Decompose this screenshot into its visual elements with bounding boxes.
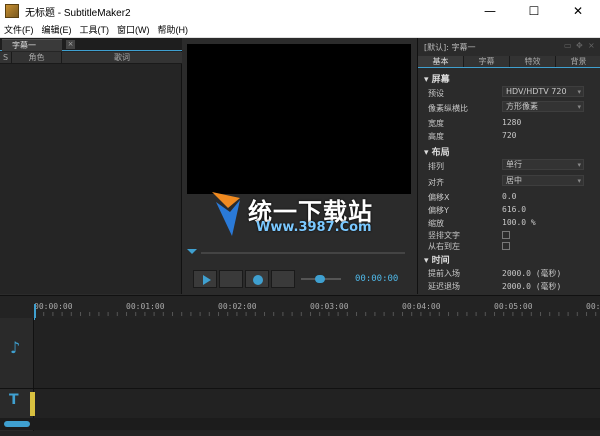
- video-screen[interactable]: [187, 44, 411, 194]
- scale-field[interactable]: 100.0 %: [502, 218, 536, 227]
- tick-label: 00:06:00: [586, 302, 600, 311]
- panel-close-icon[interactable]: ×: [588, 41, 595, 50]
- maximize-button[interactable]: ☐: [512, 0, 556, 22]
- tab-close-icon[interactable]: ×: [66, 40, 75, 49]
- panel-pin-icon[interactable]: ▭: [564, 41, 572, 50]
- height-label: 高度: [428, 132, 444, 141]
- playback-time: 00:00:00: [355, 274, 399, 284]
- offset-y-label: 偏移Y: [428, 206, 449, 215]
- tab-subtitle[interactable]: 字幕: [464, 56, 510, 67]
- stop-icon: [253, 275, 263, 285]
- tab-basic[interactable]: 基本: [418, 56, 464, 67]
- chevron-down-icon: ▾: [577, 177, 581, 185]
- timeline-scroll-thumb[interactable]: [4, 421, 30, 427]
- style-preset-label: [默认]: 字幕一: [424, 43, 476, 52]
- section-time-header[interactable]: ▾ 时间: [424, 253, 450, 266]
- preset-label: 预设: [428, 89, 444, 98]
- arrange-select[interactable]: 单行 ▾: [502, 159, 584, 170]
- text-track-icon[interactable]: T: [9, 392, 19, 408]
- menu-help[interactable]: 帮助(H): [154, 23, 193, 36]
- volume-slider[interactable]: [301, 274, 341, 284]
- seek-bar[interactable]: [201, 252, 405, 254]
- style-preset-row[interactable]: [默认]: 字幕一 ▭ ✥ ×: [418, 40, 600, 54]
- menu-edit[interactable]: 编辑(E): [38, 23, 76, 36]
- vertical-text-label: 竖排文字: [428, 231, 460, 240]
- aspect-ratio-select[interactable]: 方形像素 ▾: [502, 101, 584, 112]
- properties-panel: [默认]: 字幕一 ▭ ✥ × 基本 字幕 特效 背景 ▾ 屏幕 预设 HDV/…: [417, 38, 600, 294]
- playback-controls: [193, 270, 341, 288]
- panel-move-icon[interactable]: ✥: [576, 41, 583, 50]
- subtitle-list-header: S 角色 歌词: [0, 52, 182, 64]
- tab-subtitle-one[interactable]: 字幕一: [2, 39, 62, 51]
- timeline-panel: 00:00:00 00:01:00 00:02:00 00:03:00 00:0…: [0, 295, 600, 436]
- vertical-text-checkbox[interactable]: [502, 231, 510, 239]
- loop-button[interactable]: [271, 270, 295, 288]
- title-bar: 无标题 - SubtitleMaker2 — ☐ ✕: [0, 0, 600, 22]
- preset-select[interactable]: HDV/HDTV 720 ▾: [502, 86, 584, 97]
- chevron-down-icon: ▾: [577, 161, 581, 169]
- column-lyrics[interactable]: 歌词: [62, 52, 182, 63]
- tick-label: 00:02:00: [218, 302, 257, 311]
- column-status[interactable]: S: [0, 52, 12, 63]
- height-field[interactable]: 720: [502, 131, 516, 140]
- scale-label: 缩放: [428, 219, 444, 228]
- section-screen-header[interactable]: ▾ 屏幕: [424, 72, 450, 85]
- audio-track-icon[interactable]: ♪: [10, 338, 20, 357]
- video-preview-panel: 00:00:00: [183, 38, 417, 294]
- enter-early-label: 提前入场: [428, 269, 460, 278]
- subtitle-list-panel: 字幕一 × S 角色 歌词: [0, 38, 182, 294]
- arrange-label: 排列: [428, 162, 444, 171]
- stop-button[interactable]: [245, 270, 269, 288]
- play-button[interactable]: [193, 270, 217, 288]
- column-role[interactable]: 角色: [12, 52, 62, 63]
- properties-tab-strip: 基本 字幕 特效 背景: [418, 56, 600, 68]
- align-label: 对齐: [428, 178, 444, 187]
- width-label: 宽度: [428, 119, 444, 128]
- minimize-button[interactable]: —: [468, 0, 512, 22]
- tick-label: 00:04:00: [402, 302, 441, 311]
- chevron-down-icon: ▾: [577, 88, 581, 96]
- aspect-ratio-label: 像素纵横比: [428, 104, 468, 113]
- tab-effects[interactable]: 特效: [510, 56, 556, 67]
- timeline-ruler[interactable]: 00:00:00 00:01:00 00:02:00 00:03:00 00:0…: [34, 300, 600, 316]
- track-headers: ♪ T: [0, 318, 34, 431]
- subtitle-clip-marker[interactable]: [30, 392, 35, 416]
- app-icon: [5, 4, 19, 18]
- play-icon: [203, 275, 211, 285]
- tick-label: 00:05:00: [494, 302, 533, 311]
- chevron-down-icon: ▾: [577, 103, 581, 111]
- menu-file[interactable]: 文件(F): [0, 23, 38, 36]
- window-title: 无标题 - SubtitleMaker2: [25, 7, 131, 19]
- watermark-text-en: Www.3987.Com: [256, 220, 372, 235]
- enter-early-field[interactable]: 2000.0 (毫秒): [502, 268, 561, 279]
- tick-label: 00:01:00: [126, 302, 165, 311]
- timeline-scrollbar[interactable]: [0, 418, 600, 430]
- menu-window[interactable]: 窗口(W): [113, 23, 154, 36]
- tick-label: 00:00:00: [34, 302, 73, 311]
- subtitle-tab-strip: 字幕一 ×: [0, 38, 182, 51]
- seek-marker-icon[interactable]: [187, 247, 197, 255]
- tick-label: 00:03:00: [310, 302, 349, 311]
- width-field[interactable]: 1280: [502, 118, 521, 127]
- track-divider: [0, 388, 600, 389]
- menu-bar: 文件(F) 编辑(E) 工具(T) 窗口(W) 帮助(H): [0, 22, 600, 38]
- ruler-ticks: [34, 311, 600, 316]
- section-layout-header[interactable]: ▾ 布局: [424, 145, 450, 158]
- exit-late-label: 延迟退场: [428, 282, 460, 291]
- watermark-logo-icon: [212, 192, 240, 236]
- offset-y-field[interactable]: 616.0: [502, 205, 526, 214]
- pause-button[interactable]: [219, 270, 243, 288]
- exit-late-field[interactable]: 2000.0 (毫秒): [502, 281, 561, 292]
- menu-tools[interactable]: 工具(T): [76, 23, 114, 36]
- watermark: 统一下载站 Www.3987.Com: [210, 188, 410, 248]
- align-select[interactable]: 居中 ▾: [502, 175, 584, 186]
- close-button[interactable]: ✕: [556, 0, 600, 22]
- rtl-checkbox[interactable]: [502, 242, 510, 250]
- offset-x-field[interactable]: 0.0: [502, 192, 516, 201]
- offset-x-label: 偏移X: [428, 193, 450, 202]
- rtl-label: 从右到左: [428, 242, 460, 251]
- track-area[interactable]: [35, 318, 600, 431]
- tab-background[interactable]: 背景: [556, 56, 600, 67]
